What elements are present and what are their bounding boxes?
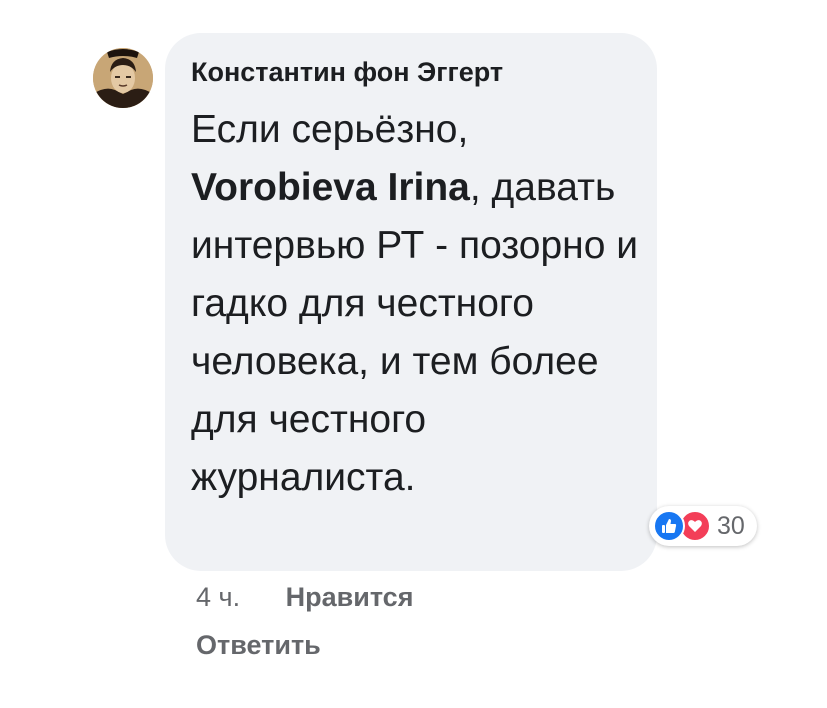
mention-link[interactable]: Vorobieva Irina — [191, 166, 470, 209]
author-avatar[interactable] — [93, 48, 153, 108]
thumbs-up-icon — [662, 519, 677, 533]
comment-text: Если серьёзно, Vorobieva Irina, давать и… — [191, 101, 641, 507]
heart-icon — [688, 520, 702, 532]
comment-container: Константин фон Эггерт Если серьёзно, Vor… — [0, 0, 827, 708]
comment-timestamp[interactable]: 4 ч. — [196, 582, 240, 612]
comment-bubble: Константин фон Эггерт Если серьёзно, Vor… — [165, 33, 657, 571]
like-reaction-icon — [653, 510, 685, 542]
person-portrait-icon — [93, 48, 153, 108]
reaction-count: 30 — [717, 511, 745, 540]
comment-text-before: Если серьёзно, — [191, 108, 469, 151]
comment-text-after: , давать интервью РТ - позорно и гадко д… — [191, 166, 639, 499]
comment-meta: 4 ч. Нравится — [196, 582, 413, 613]
reactions-summary[interactable]: 30 — [649, 506, 757, 546]
like-button[interactable]: Нравится — [286, 582, 414, 612]
reply-button[interactable]: Ответить — [196, 630, 321, 661]
comment-author-name[interactable]: Константин фон Эггерт — [191, 57, 503, 88]
